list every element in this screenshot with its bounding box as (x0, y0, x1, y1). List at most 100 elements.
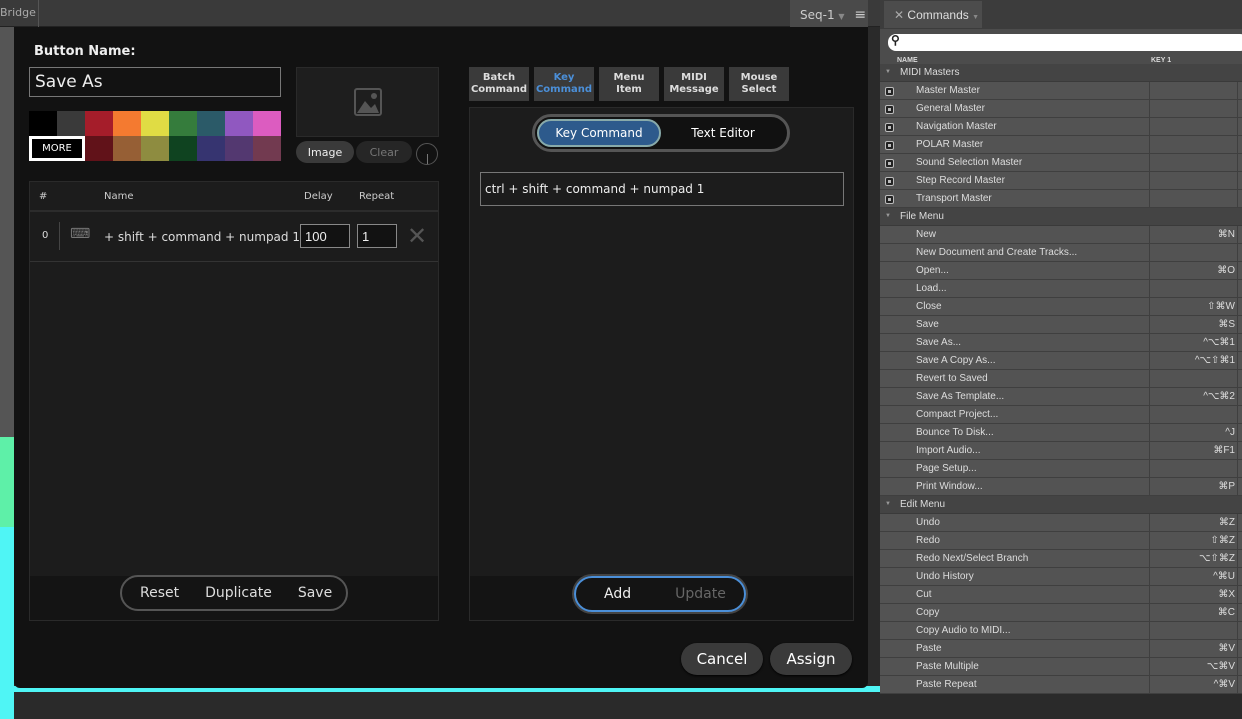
color-swatch[interactable] (169, 136, 197, 161)
commands-search-input[interactable]: ⚲ (888, 33, 1242, 51)
column-name-header[interactable]: NAME (897, 57, 918, 64)
command-name: New (916, 229, 937, 240)
group-header[interactable]: File Menu (880, 208, 1242, 226)
command-row[interactable]: Copy Audio to MIDI... (880, 622, 1242, 640)
checkbox[interactable] (885, 141, 894, 150)
bridge-tab[interactable]: Bridge (0, 6, 36, 19)
tab-menu-item[interactable]: Menu Item (599, 67, 659, 101)
command-row[interactable]: Open... ⌘O (880, 262, 1242, 280)
command-row[interactable]: Save A Copy As... ^⌥⇧⌘1 (880, 352, 1242, 370)
command-row[interactable]: Redo Next/Select Branch ⌥⇧⌘Z (880, 550, 1242, 568)
command-row[interactable]: Paste Multiple ⌥⌘V (880, 658, 1242, 676)
command-row[interactable]: Print Window... ⌘P (880, 478, 1242, 496)
reset-button[interactable]: Reset (140, 585, 179, 601)
command-row[interactable]: New Document and Create Tracks... (880, 244, 1242, 262)
color-swatch[interactable] (169, 111, 197, 136)
key-command-field[interactable]: ctrl + shift + command + numpad 1 (480, 172, 844, 206)
command-row[interactable]: Load... (880, 280, 1242, 298)
checkbox[interactable] (885, 177, 894, 186)
delay-input[interactable] (300, 224, 350, 248)
color-swatch[interactable] (225, 136, 253, 161)
tab-mouse-select[interactable]: Mouse Select (729, 67, 789, 101)
repeat-input[interactable] (357, 224, 397, 248)
command-key[interactable]: ^⌘V (1149, 679, 1237, 696)
key-command-mode-button[interactable]: Key Command (537, 119, 661, 147)
button-name-input[interactable] (29, 67, 281, 97)
tab-batch-command[interactable]: Batch Command (469, 67, 529, 101)
assign-button[interactable]: Assign (770, 643, 852, 675)
color-swatch[interactable] (113, 136, 141, 161)
command-row[interactable]: Master Master (880, 82, 1242, 100)
command-row[interactable]: Copy ⌘C (880, 604, 1242, 622)
rotation-knob[interactable] (416, 143, 438, 165)
command-row[interactable]: Undo History ^⌘U (880, 568, 1242, 586)
command-row[interactable]: Paste Repeat ^⌘V (880, 676, 1242, 694)
list-row[interactable]: 0 ⌨ + shift + command + numpad 1 ✕ (30, 212, 438, 262)
checkbox[interactable] (885, 159, 894, 168)
checkbox[interactable] (885, 123, 894, 132)
color-swatch[interactable] (197, 136, 225, 161)
add-button[interactable]: Add (604, 586, 631, 602)
command-name: Paste Multiple (916, 661, 979, 672)
text-editor-mode-button[interactable]: Text Editor (661, 126, 785, 140)
color-swatch[interactable] (197, 111, 225, 136)
command-row[interactable]: Redo ⇧⌘Z (880, 532, 1242, 550)
clear-button[interactable]: Clear (356, 141, 412, 163)
color-swatch[interactable] (253, 111, 281, 136)
command-row[interactable]: Navigation Master (880, 118, 1242, 136)
tab-key-command[interactable]: Key Command (534, 67, 594, 101)
command-row[interactable]: Revert to Saved (880, 370, 1242, 388)
color-swatch[interactable] (253, 136, 281, 161)
command-row[interactable]: Cut ⌘X (880, 586, 1242, 604)
command-row[interactable]: Save As Template... ^⌥⌘2 (880, 388, 1242, 406)
cancel-button[interactable]: Cancel (681, 643, 763, 675)
command-row[interactable]: General Master (880, 100, 1242, 118)
command-row[interactable]: Close ⇧⌘W (880, 298, 1242, 316)
command-row[interactable]: POLAR Master (880, 136, 1242, 154)
color-swatch[interactable] (113, 111, 141, 136)
command-row[interactable]: Save ⌘S (880, 316, 1242, 334)
group-header[interactable]: MIDI Masters (880, 64, 1242, 82)
close-icon[interactable]: ✕ (894, 8, 904, 22)
sequence-tab[interactable]: Seq-1 ▼ ≡ (790, 0, 868, 27)
divider (1237, 514, 1238, 532)
save-button[interactable]: Save (298, 585, 332, 601)
color-swatch[interactable] (141, 136, 169, 161)
command-row[interactable]: Save As... ^⌥⌘1 (880, 334, 1242, 352)
command-row[interactable]: Step Record Master (880, 172, 1242, 190)
commands-tab[interactable]: ✕ Commands ▼ (884, 1, 982, 28)
image-button[interactable]: Image (296, 141, 354, 163)
command-row[interactable]: Page Setup... (880, 460, 1242, 478)
command-row[interactable]: Bounce To Disk... ^J (880, 424, 1242, 442)
more-colors-button[interactable]: MORE (29, 136, 85, 161)
command-row[interactable]: Transport Master (880, 190, 1242, 208)
group-header[interactable]: Edit Menu (880, 496, 1242, 514)
color-swatch[interactable] (225, 111, 253, 136)
command-row[interactable]: New ⌘N (880, 226, 1242, 244)
command-row[interactable]: Undo ⌘Z (880, 514, 1242, 532)
command-name: Undo History (916, 571, 974, 582)
update-button[interactable]: Update (675, 586, 726, 602)
color-swatch[interactable] (57, 111, 85, 136)
command-row[interactable]: Compact Project... (880, 406, 1242, 424)
divider (1237, 406, 1238, 424)
delete-icon[interactable]: ✕ (407, 222, 427, 250)
checkbox[interactable] (885, 105, 894, 114)
color-swatch[interactable] (141, 111, 169, 136)
checkbox[interactable] (885, 87, 894, 96)
command-row[interactable]: Paste ⌘V (880, 640, 1242, 658)
divider (1237, 244, 1238, 262)
checkbox[interactable] (885, 195, 894, 204)
divider (1237, 100, 1238, 118)
color-swatch[interactable] (85, 111, 113, 136)
color-swatch[interactable] (85, 136, 113, 161)
command-row[interactable]: Sound Selection Master (880, 154, 1242, 172)
color-swatch[interactable] (29, 111, 57, 136)
image-preview[interactable] (296, 67, 439, 137)
menu-icon[interactable]: ≡ (854, 7, 866, 23)
command-row[interactable]: Import Audio... ⌘F1 (880, 442, 1242, 460)
tab-midi-message[interactable]: MIDI Message (664, 67, 724, 101)
column-key1-header[interactable]: KEY 1 (1151, 57, 1171, 64)
duplicate-button[interactable]: Duplicate (205, 585, 272, 601)
command-name: Page Setup... (916, 463, 977, 474)
